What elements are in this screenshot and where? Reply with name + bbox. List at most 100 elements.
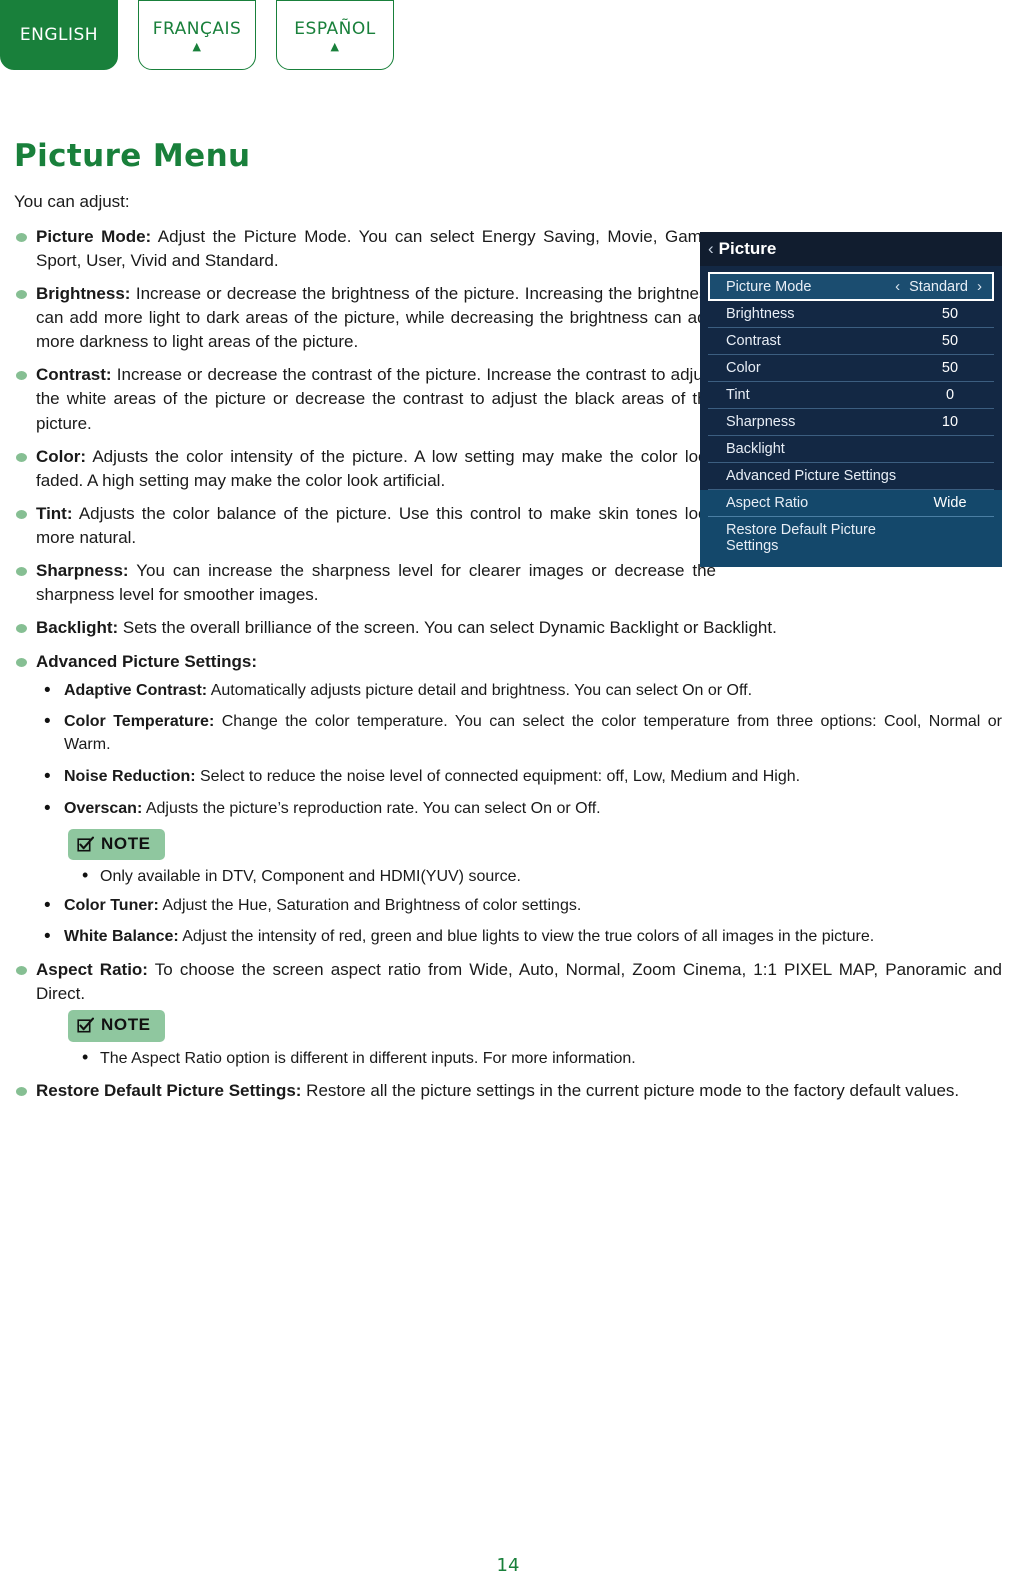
osd-header-title: Picture	[718, 239, 777, 258]
list-item: Picture Mode: Adjust the Picture Mode. Y…	[14, 225, 716, 273]
term-label: Adaptive Contrast:	[64, 681, 208, 699]
osd-row-restore-defaults[interactable]: Restore Default Picture Settings	[708, 517, 994, 559]
list-item: White Balance: Adjust the intensity of r…	[36, 924, 1002, 951]
osd-row-value: Standard	[909, 278, 968, 295]
page-title: Picture Menu	[14, 138, 251, 174]
osd-row-value: 0	[945, 387, 955, 403]
list-item-aspect-ratio: Aspect Ratio: To choose the screen aspec…	[14, 958, 1002, 1070]
term-label: Picture Mode:	[36, 226, 152, 246]
osd-row-label: Backlight	[726, 441, 785, 457]
advanced-picture-settings-list: Adaptive Contrast: Automatically adjusts…	[36, 678, 1002, 823]
osd-row-label: Sharpness	[726, 414, 796, 430]
term-description: Automatically adjusts picture detail and…	[207, 681, 753, 699]
language-tab-francais[interactable]: FRANÇAIS ▲	[138, 0, 256, 70]
intro-text: You can adjust:	[14, 192, 130, 211]
term-description: Adjusts the picture’s reproduction rate.…	[142, 799, 601, 817]
osd-row-color[interactable]: Color 50	[708, 355, 994, 382]
list-item: Noise Reduction: Select to reduce the no…	[36, 764, 1002, 791]
term-description: You can increase the sharpness level for…	[36, 561, 716, 605]
osd-row-label: Brightness	[726, 306, 795, 322]
triangle-up-icon: ▲	[330, 39, 340, 53]
list-item: Advanced Picture Settings: Adaptive Cont…	[14, 650, 1002, 951]
term-label: Overscan:	[64, 799, 143, 817]
note-label: NOTE	[101, 834, 151, 854]
term-label: Backlight:	[36, 618, 119, 638]
tv-osd-picture-menu: ‹ Picture Picture Mode ‹ Standard › Brig…	[700, 232, 1002, 567]
note-block-two: NOTE The Aspect Ratio option is differen…	[68, 1010, 1002, 1070]
list-item: Tint: Adjusts the color balance of the p…	[14, 502, 716, 550]
list-item: Backlight: Sets the overall brilliance o…	[14, 616, 1002, 640]
list-item: Color: Adjusts the color intensity of th…	[14, 445, 716, 493]
list-item-restore-defaults: Restore Default Picture Settings: Restor…	[14, 1079, 1002, 1103]
term-label: Sharpness:	[36, 561, 129, 581]
list-item: Adaptive Contrast: Automatically adjusts…	[36, 678, 1002, 705]
term-label: Color Tuner:	[64, 896, 159, 914]
osd-bottom-group: Aspect Ratio Wide Restore Default Pictur…	[700, 490, 1002, 567]
list-item: Only available in DTV, Component and HDM…	[68, 863, 1002, 889]
osd-row-backlight[interactable]: Backlight	[708, 436, 994, 463]
note-block-one: NOTE Only available in DTV, Component an…	[68, 829, 1002, 889]
osd-row-label: Aspect Ratio	[726, 495, 809, 511]
note-badge: NOTE	[68, 1010, 165, 1042]
language-tab-espanol[interactable]: ESPAÑOL ▲	[276, 0, 394, 70]
language-tab-english[interactable]: ENGLISH	[0, 0, 118, 70]
triangle-up-icon: ▲	[192, 39, 202, 53]
term-description: Adjust the Hue, Saturation and Brightnes…	[158, 896, 582, 914]
osd-row-aspect-ratio[interactable]: Aspect Ratio Wide	[708, 490, 994, 517]
term-label: Tint:	[36, 503, 73, 523]
language-tab-english-label: ENGLISH	[19, 25, 99, 45]
list-item: Brightness: Increase or decrease the bri…	[14, 282, 716, 354]
language-tab-francais-label: FRANÇAIS	[152, 18, 242, 39]
term-description: Select to reduce the noise level of conn…	[195, 767, 801, 785]
term-description: Restore all the picture settings in the …	[301, 1080, 960, 1100]
term-label: Advanced Picture Settings:	[36, 651, 258, 671]
osd-row-value: 50	[941, 360, 959, 376]
list-item: Contrast: Increase or decrease the contr…	[14, 363, 716, 435]
chevron-left-icon[interactable]: ‹	[895, 278, 900, 295]
term-label: Color Temperature:	[64, 713, 215, 731]
list-item: Color Tuner: Adjust the Hue, Saturation …	[36, 893, 1002, 920]
advanced-picture-settings-list-continued: Color Tuner: Adjust the Hue, Saturation …	[36, 893, 1002, 951]
osd-header: ‹ Picture	[700, 232, 1002, 266]
osd-row-label: Picture Mode	[726, 278, 812, 295]
term-label: Restore Default Picture Settings:	[36, 1080, 302, 1100]
osd-row-label: Tint	[726, 387, 750, 403]
osd-row-label: Contrast	[726, 333, 781, 349]
note-one-bullets: Only available in DTV, Component and HDM…	[68, 863, 1002, 889]
osd-row-list: Picture Mode ‹ Standard › Brightness 50 …	[700, 266, 1002, 567]
list-item: Sharpness: You can increase the sharpnes…	[14, 559, 716, 607]
term-description: Sets the overall brilliance of the scree…	[118, 618, 777, 638]
term-description: Adjust the intensity of red, green and b…	[178, 928, 875, 946]
language-tab-bar: ENGLISH FRANÇAIS ▲ ESPAÑOL ▲	[0, 0, 394, 70]
osd-row-advanced-picture-settings[interactable]: Advanced Picture Settings	[708, 463, 994, 490]
term-label: Aspect Ratio:	[36, 960, 148, 980]
osd-row-sharpness[interactable]: Sharpness 10	[708, 409, 994, 436]
list-item: Color Temperature: Change the color temp…	[36, 709, 1002, 756]
term-label: Color:	[36, 446, 87, 466]
list-item: Overscan: Adjusts the picture’s reproduc…	[36, 796, 1002, 823]
osd-row-label: Color	[726, 360, 761, 376]
osd-row-picture-mode[interactable]: Picture Mode ‹ Standard ›	[708, 272, 994, 301]
note-label: NOTE	[101, 1015, 151, 1035]
term-description: Increase or decrease the contrast of the…	[36, 365, 716, 433]
term-label: Contrast:	[36, 365, 112, 385]
term-description: To choose the screen aspect ratio from W…	[36, 960, 1002, 1004]
chevron-right-icon[interactable]: ›	[977, 278, 982, 295]
language-tab-espanol-label: ESPAÑOL	[294, 18, 376, 39]
osd-row-tint[interactable]: Tint 0	[708, 382, 994, 409]
back-chevron-icon[interactable]: ‹	[708, 239, 714, 259]
osd-row-value-stepper[interactable]: ‹ Standard ›	[895, 278, 982, 295]
osd-row-value: 10	[941, 414, 959, 430]
osd-row-value: 50	[941, 333, 959, 349]
term-description: Increase or decrease the brightness of t…	[36, 283, 716, 352]
note-badge: NOTE	[68, 829, 165, 861]
osd-row-brightness[interactable]: Brightness 50	[708, 301, 994, 328]
term-label: Noise Reduction:	[64, 767, 196, 785]
checkbox-checked-icon	[77, 1017, 94, 1033]
osd-row-label: Restore Default Picture Settings	[726, 522, 876, 554]
page-number: 14	[496, 1555, 520, 1576]
osd-row-value: 50	[941, 306, 959, 322]
list-item: The Aspect Ratio option is different in …	[68, 1045, 1002, 1071]
term-label: Brightness:	[36, 283, 131, 303]
osd-row-contrast[interactable]: Contrast 50	[708, 328, 994, 355]
